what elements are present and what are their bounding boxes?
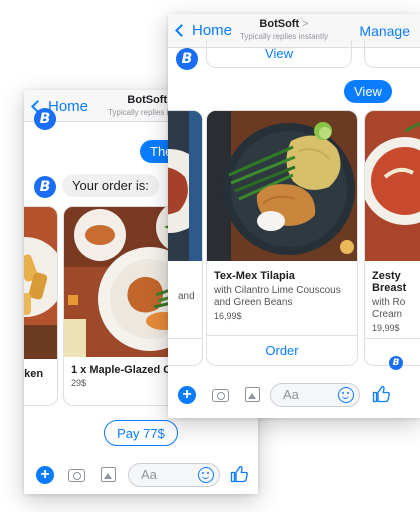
view-message-bubble: View	[344, 80, 392, 103]
bot-logo-icon: B	[392, 358, 400, 368]
card-title: Zesty Breast	[372, 270, 407, 294]
composer-bar: + Aa	[168, 380, 420, 410]
card-title: Tex-Mex Tilapia	[214, 270, 295, 282]
plus-icon[interactable]: +	[178, 386, 196, 404]
camera-icon[interactable]	[68, 469, 85, 482]
gallery-icon[interactable]	[245, 387, 260, 402]
product-card[interactable]: Zesty Breast with Ro Cream 19,99$	[364, 110, 420, 366]
food-image	[24, 207, 57, 359]
card-button[interactable]	[168, 338, 202, 365]
bot-avatar: B	[34, 108, 56, 130]
card-title: cken	[24, 368, 44, 380]
card-price: 16,99$	[214, 311, 242, 321]
bot-logo-icon: B	[181, 51, 193, 67]
order-button[interactable]: Order	[207, 335, 357, 365]
header-title: BotSoft>	[259, 18, 309, 30]
product-card[interactable]: and	[168, 110, 203, 366]
pay-button[interactable]: Pay 77$	[104, 420, 178, 446]
bot-logo-icon: B	[39, 179, 51, 195]
card-price: 19,99$	[372, 323, 400, 333]
food-image	[365, 111, 420, 261]
header-center[interactable]: BotSoft> Typically replies instantly	[224, 18, 344, 41]
camera-icon[interactable]	[212, 389, 229, 402]
card-subtitle: with Ro Cream	[372, 297, 406, 320]
plus-icon[interactable]: +	[36, 466, 54, 484]
bot-logo-icon: B	[39, 111, 51, 127]
bot-avatar: B	[176, 48, 198, 70]
order-item-card[interactable]: cken	[24, 206, 58, 406]
emoji-icon[interactable]	[338, 387, 354, 403]
food-image	[207, 111, 357, 261]
card-subtitle: with Cilantro Lime Couscous and Green Be…	[214, 285, 341, 308]
food-image	[168, 111, 202, 261]
emoji-icon[interactable]	[198, 467, 214, 483]
chevron-left-icon	[175, 24, 188, 37]
thumbs-up-icon[interactable]	[372, 385, 390, 403]
composer-bar: + Aa	[24, 460, 258, 490]
card-subtitle: and	[178, 291, 195, 302]
card-button-partial[interactable]	[364, 40, 420, 68]
bot-avatar-small: B	[389, 356, 403, 370]
front-chat-screen: Home BotSoft > Typically replies instantl…	[168, 14, 420, 418]
product-card[interactable]: Tex-Mex Tilapia with Cilantro Lime Cousc…	[206, 110, 358, 366]
bot-avatar: B	[34, 176, 56, 198]
manage-button[interactable]: Manage	[359, 23, 410, 39]
bot-message-bubble: Your order is:	[62, 174, 159, 197]
view-button[interactable]: View	[206, 40, 352, 68]
thumbs-up-icon[interactable]	[230, 465, 248, 483]
gallery-icon[interactable]	[101, 467, 116, 482]
